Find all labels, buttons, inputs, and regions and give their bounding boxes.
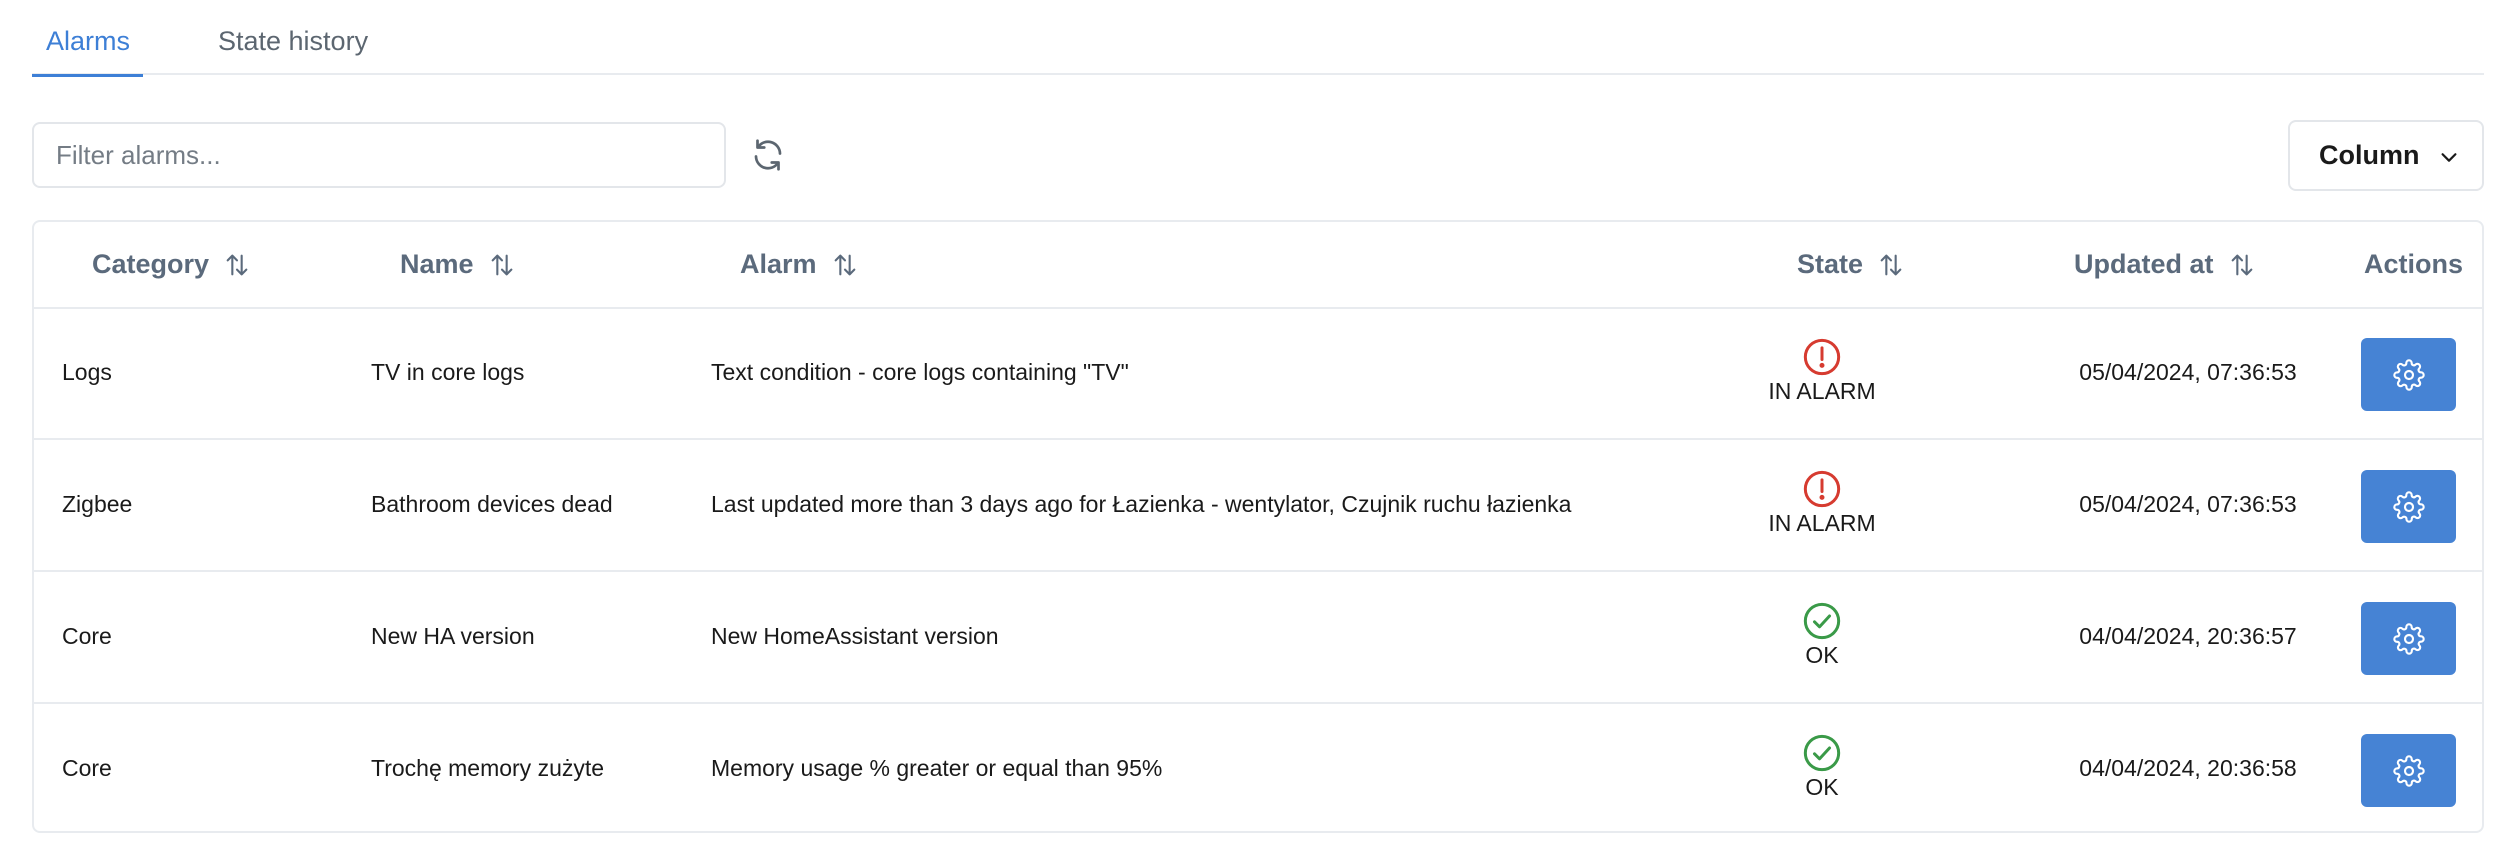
settings-button[interactable] (2361, 602, 2456, 675)
state-label: IN ALARM (1768, 378, 1876, 404)
cell-name: Bathroom devices dead (371, 491, 613, 517)
header-alarm-label: Alarm (740, 249, 817, 279)
refresh-icon[interactable] (750, 137, 786, 173)
cell-alarm: Memory usage % greater or equal than 95% (711, 755, 1163, 781)
header-actions-label: Actions (2364, 249, 2464, 279)
alert-circle-icon (1803, 338, 1841, 376)
header-alarm[interactable]: Alarm (740, 249, 859, 280)
tab-alarms[interactable]: Alarms (32, 22, 143, 77)
gear-icon (2392, 622, 2425, 655)
gear-icon (2392, 490, 2425, 523)
sort-icon (491, 254, 512, 275)
column-button[interactable]: Column (2288, 120, 2484, 191)
filter-field (32, 122, 726, 188)
gear-icon (2392, 754, 2425, 787)
cell-updated-at: 05/04/2024, 07:36:53 (2079, 491, 2297, 517)
check-circle-icon (1803, 734, 1841, 772)
tab-state-history[interactable]: State history (186, 22, 396, 75)
sort-icon (1880, 254, 1902, 275)
settings-button[interactable] (2361, 338, 2456, 411)
cell-category: Zigbee (62, 491, 133, 517)
cell-state: IN ALARM (1734, 469, 1910, 537)
header-updated-at[interactable]: Updated at (2074, 249, 2256, 280)
column-button-label: Column (2319, 140, 2420, 170)
sort-icon (834, 254, 855, 275)
cell-name: New HA version (371, 623, 535, 649)
cell-category: Logs (62, 359, 112, 385)
tab-bar: Alarms State history (32, 0, 2484, 77)
alarms-table: Category Name Alarm State Updated at Act… (32, 220, 2484, 833)
check-circle-icon (1803, 602, 1841, 640)
cell-alarm: New HomeAssistant version (711, 623, 999, 649)
header-state[interactable]: State (1797, 249, 1905, 280)
gear-icon (2392, 358, 2425, 391)
settings-button[interactable] (2361, 470, 2456, 543)
cell-updated-at: 04/04/2024, 20:36:58 (2079, 755, 2297, 781)
header-state-label: State (1797, 249, 1864, 279)
cell-alarm: Text condition - core logs containing "T… (711, 359, 1129, 385)
header-name-label: Name (400, 249, 474, 279)
cell-updated-at: 05/04/2024, 07:36:53 (2079, 359, 2297, 385)
table-row: Core Trochę memory zużyte Memory usage %… (34, 705, 2482, 836)
cell-name: TV in core logs (371, 359, 525, 385)
header-actions: Actions (2364, 249, 2463, 280)
table-row: Core New HA version New HomeAssistant ve… (34, 573, 2482, 704)
settings-button[interactable] (2361, 734, 2456, 807)
state-label: OK (1805, 774, 1839, 800)
cell-state: OK (1734, 601, 1910, 669)
state-label: OK (1805, 642, 1839, 668)
cell-state: IN ALARM (1734, 337, 1910, 405)
header-category[interactable]: Category (92, 249, 251, 280)
cell-category: Core (62, 755, 112, 781)
header-updated-at-label: Updated at (2074, 249, 2214, 279)
filter-input[interactable] (34, 124, 724, 186)
sort-icon (226, 254, 248, 275)
table-row: Zigbee Bathroom devices dead Last update… (34, 441, 2482, 572)
cell-category: Core (62, 623, 112, 649)
state-label: IN ALARM (1768, 510, 1876, 536)
table-row: Logs TV in core logs Text condition - co… (34, 309, 2482, 440)
table-header: Category Name Alarm State Updated at Act… (34, 222, 2482, 309)
cell-state: OK (1734, 733, 1910, 801)
sort-icon (2231, 254, 2252, 275)
cell-alarm: Last updated more than 3 days ago for Ła… (711, 491, 1572, 517)
cell-updated-at: 04/04/2024, 20:36:57 (2079, 623, 2297, 649)
chevron-down-icon (2441, 153, 2457, 162)
header-category-label: Category (92, 249, 210, 279)
cell-name: Trochę memory zużyte (371, 755, 605, 781)
header-name[interactable]: Name (400, 249, 516, 280)
alert-circle-icon (1803, 470, 1841, 508)
